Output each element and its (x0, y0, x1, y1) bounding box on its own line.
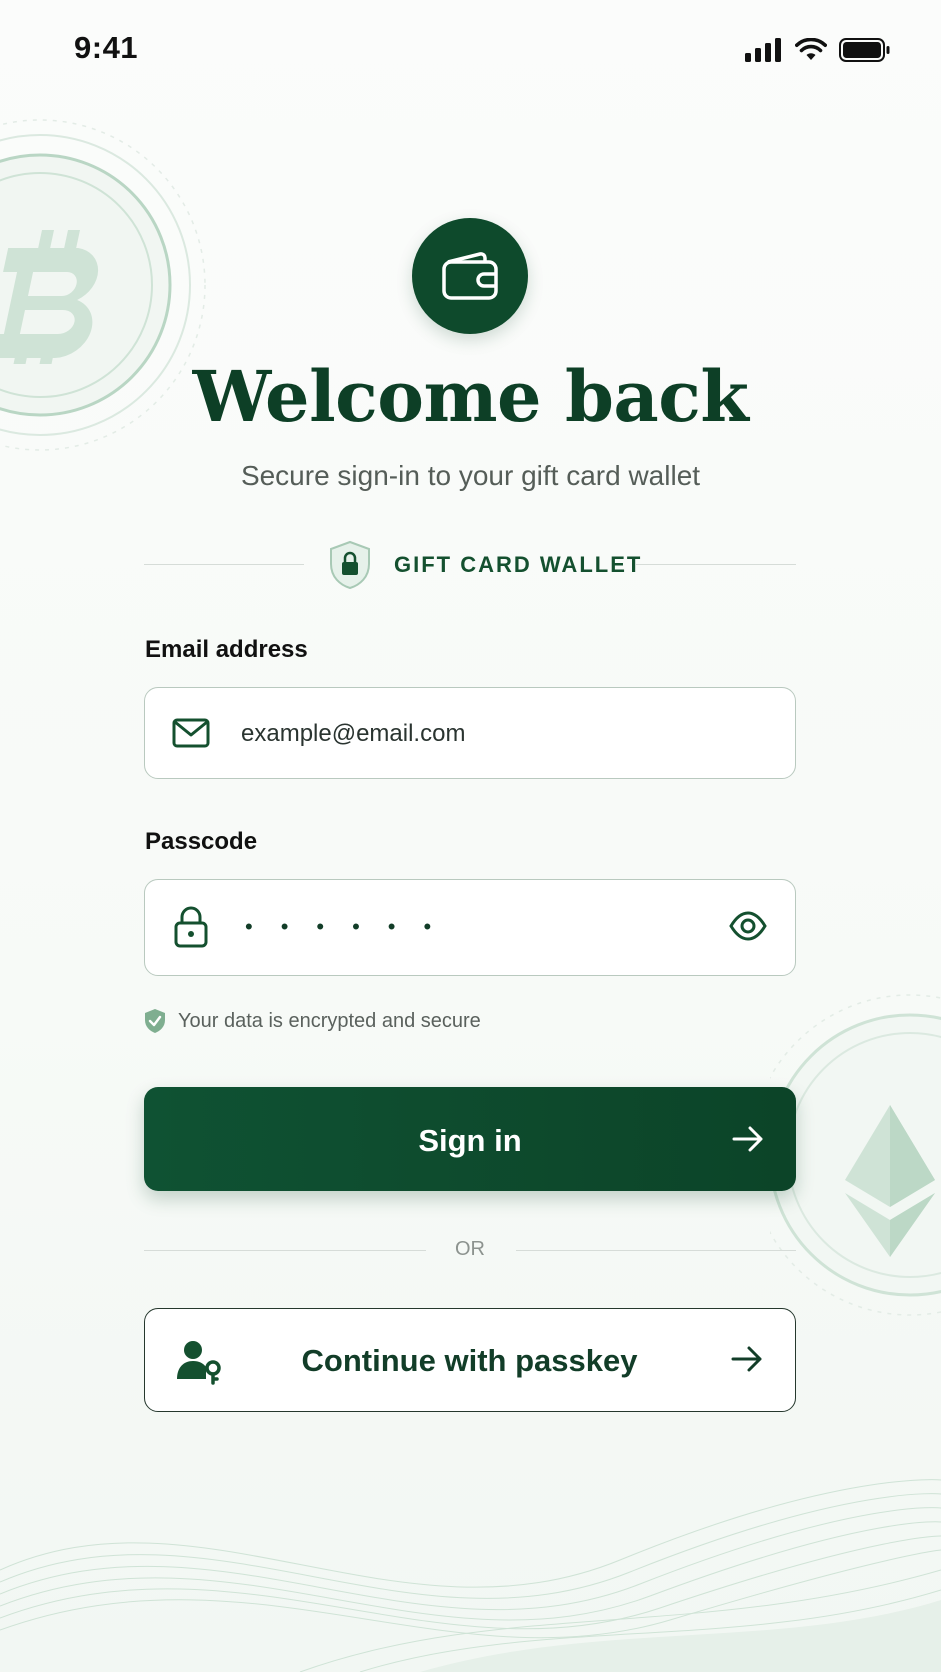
passcode-label: Passcode (145, 828, 258, 855)
mail-icon (172, 718, 210, 748)
brand-divider: GIFT CARD WALLET (144, 540, 796, 590)
sign-in-button[interactable]: Sign in (144, 1087, 796, 1191)
sign-in-label: Sign in (418, 1123, 522, 1158)
status-bar: 9:41 (0, 0, 941, 100)
arrow-right-icon (732, 1126, 763, 1152)
or-divider: OR (144, 1236, 796, 1266)
lock-icon (174, 906, 208, 948)
shield-lock-icon (330, 540, 370, 590)
wave-decoration (0, 1479, 941, 1672)
divider-line (516, 1250, 796, 1251)
passcode-masked-value[interactable]: •••••• (245, 914, 459, 940)
app-logo (412, 218, 528, 334)
security-note: Your data is encrypted and secure (144, 1008, 481, 1034)
passkey-label: Continue with passkey (301, 1343, 638, 1378)
brand-label: GIFT CARD WALLET (394, 552, 643, 577)
passcode-field[interactable]: •••••• (144, 879, 796, 976)
email-label: Email address (145, 636, 308, 663)
email-input[interactable] (239, 688, 763, 779)
page-subtitle: Secure sign-in to your gift card wallet (240, 460, 701, 491)
divider-line (636, 564, 796, 565)
arrow-right-icon (731, 1346, 762, 1372)
divider-line (144, 564, 304, 565)
eye-icon[interactable] (729, 910, 767, 942)
status-icons (745, 38, 891, 62)
email-field[interactable] (144, 687, 796, 779)
shield-check-icon (145, 1009, 165, 1033)
wifi-icon (795, 38, 827, 60)
signal-icon (745, 38, 781, 62)
login-screen: 9:41 Welcome back Secure sign-in to your… (0, 0, 941, 1672)
page-title: Welcome back (192, 355, 749, 438)
passkey-button[interactable]: Continue with passkey (144, 1308, 796, 1412)
wallet-icon (442, 252, 498, 300)
status-time: 9:41 (74, 30, 139, 65)
security-note-text: Your data is encrypted and secure (178, 1009, 481, 1032)
battery-icon (839, 38, 890, 62)
